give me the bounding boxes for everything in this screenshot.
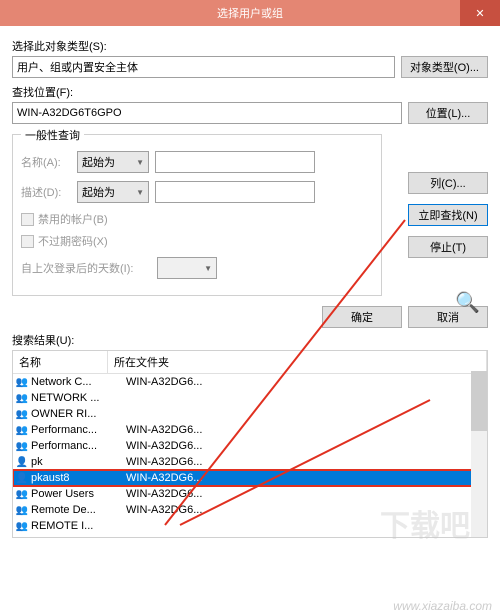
result-row[interactable]: 👥Remote De...WIN-A32DG6... xyxy=(13,502,487,518)
disabled-accounts-label: 禁用的帐户(B) xyxy=(38,211,108,227)
result-folder: WIN-A32DG6... xyxy=(126,536,485,538)
days-since-label: 自上次登录后的天数(I): xyxy=(21,260,151,276)
location-label: 查找位置(F): xyxy=(12,84,488,100)
name-input[interactable] xyxy=(155,151,315,173)
ok-button[interactable]: 确定 xyxy=(322,306,402,328)
dialog-content: 选择此对象类型(S): 对象类型(O)... 查找位置(F): 位置(L)...… xyxy=(0,26,500,546)
result-row[interactable]: 👤pkaust8WIN-A32DG6... xyxy=(13,470,487,486)
result-row[interactable]: 👥Network C...WIN-A32DG6... xyxy=(13,374,487,390)
user-icon: 👥 xyxy=(15,375,29,389)
footer-text: www.xiazaiba.com xyxy=(393,599,492,613)
result-name: Performanc... xyxy=(31,424,126,436)
result-row[interactable]: 👥NETWORK ... xyxy=(13,390,487,406)
disabled-accounts-checkbox[interactable] xyxy=(21,213,34,226)
user-icon: 👥 xyxy=(15,439,29,453)
results-list: 名称 所在文件夹 👥Network C...WIN-A32DG6...👥NETW… xyxy=(12,350,488,538)
desc-label: 描述(D): xyxy=(21,184,71,200)
object-type-input[interactable] xyxy=(12,56,395,78)
non-expiring-password-checkbox[interactable] xyxy=(21,235,34,248)
result-name: NETWORK ... xyxy=(31,392,126,404)
title-bar: 选择用户或组 ✕ xyxy=(0,0,500,26)
chevron-down-icon: ▼ xyxy=(136,188,144,197)
user-icon: 👥 xyxy=(15,407,29,421)
user-icon: 👥 xyxy=(15,503,29,517)
results-body: 👥Network C...WIN-A32DG6...👥NETWORK ...👥O… xyxy=(13,374,487,538)
location-input[interactable] xyxy=(12,102,402,124)
side-buttons: 列(C)... 立即查找(N) 停止(T) xyxy=(408,172,488,258)
user-icon: 👥 xyxy=(15,519,29,533)
scroll-thumb[interactable] xyxy=(471,371,487,431)
name-combo[interactable]: 起始为▼ xyxy=(77,151,149,173)
result-name: pk xyxy=(31,456,126,468)
search-results-label: 搜索结果(U): xyxy=(12,332,488,348)
result-name: Remote De... xyxy=(31,504,126,516)
user-icon: 👥 xyxy=(15,391,29,405)
user-icon: 👥 xyxy=(15,487,29,501)
common-query-label: 一般性查询 xyxy=(21,127,84,143)
chevron-down-icon: ▼ xyxy=(136,158,144,167)
non-expiring-password-label: 不过期密码(X) xyxy=(38,233,108,249)
desc-input[interactable] xyxy=(155,181,315,203)
user-icon: 👤 xyxy=(15,471,29,485)
result-name: Power Users xyxy=(31,488,126,500)
result-row[interactable]: 👥REMOTE I... xyxy=(13,518,487,534)
results-header: 名称 所在文件夹 xyxy=(13,351,487,374)
object-types-button[interactable]: 对象类型(O)... xyxy=(401,56,488,78)
stop-button[interactable]: 停止(T) xyxy=(408,236,488,258)
result-folder: WIN-A32DG6... xyxy=(126,456,485,468)
result-row[interactable]: 👥Power UsersWIN-A32DG6... xyxy=(13,486,487,502)
close-icon: ✕ xyxy=(475,7,484,20)
result-name: Remote M... xyxy=(31,536,126,538)
window-title: 选择用户或组 xyxy=(217,5,283,21)
find-now-button[interactable]: 立即查找(N) xyxy=(408,204,488,226)
close-button[interactable]: ✕ xyxy=(460,0,500,26)
name-label: 名称(A): xyxy=(21,154,71,170)
result-folder: WIN-A32DG6... xyxy=(126,376,485,388)
days-combo[interactable]: ▼ xyxy=(157,257,217,279)
locations-button[interactable]: 位置(L)... xyxy=(408,102,488,124)
result-folder: WIN-A32DG6... xyxy=(126,424,485,436)
result-row[interactable]: 👥Remote M...WIN-A32DG6... xyxy=(13,534,487,538)
user-icon: 👥 xyxy=(15,535,29,538)
result-name: pkaust8 xyxy=(31,472,126,484)
col-name-header[interactable]: 名称 xyxy=(13,351,108,373)
object-type-label: 选择此对象类型(S): xyxy=(12,38,488,54)
result-name: OWNER RI... xyxy=(31,408,126,420)
common-query-fieldset: 一般性查询 名称(A): 起始为▼ 描述(D): 起始为▼ 禁用的帐户(B) 不… xyxy=(12,134,382,296)
result-name: Network C... xyxy=(31,376,126,388)
scrollbar[interactable] xyxy=(471,371,487,537)
result-folder: WIN-A32DG6... xyxy=(126,504,485,516)
columns-button[interactable]: 列(C)... xyxy=(408,172,488,194)
result-folder: WIN-A32DG6... xyxy=(126,488,485,500)
user-icon: 👤 xyxy=(15,455,29,469)
result-row[interactable]: 👥Performanc...WIN-A32DG6... xyxy=(13,422,487,438)
col-folder-header[interactable]: 所在文件夹 xyxy=(108,351,487,373)
result-folder: WIN-A32DG6... xyxy=(126,440,485,452)
chevron-down-icon: ▼ xyxy=(204,264,212,273)
result-name: REMOTE I... xyxy=(31,520,126,532)
result-row[interactable]: 👤pkWIN-A32DG6... xyxy=(13,454,487,470)
result-name: Performanc... xyxy=(31,440,126,452)
search-icon: 🔍 xyxy=(455,290,480,315)
result-folder: WIN-A32DG6... xyxy=(126,472,485,484)
result-row[interactable]: 👥OWNER RI... xyxy=(13,406,487,422)
result-row[interactable]: 👥Performanc...WIN-A32DG6... xyxy=(13,438,487,454)
user-icon: 👥 xyxy=(15,423,29,437)
desc-combo[interactable]: 起始为▼ xyxy=(77,181,149,203)
